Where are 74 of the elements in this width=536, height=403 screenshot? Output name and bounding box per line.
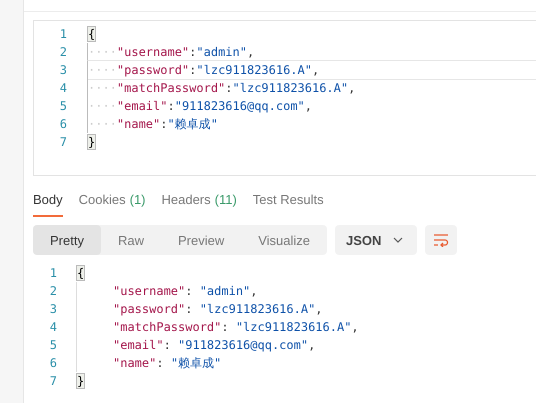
code-punctuation: :: [185, 302, 194, 316]
code-punctuation: ,: [304, 99, 312, 113]
line-number: 5: [58, 99, 67, 113]
view-mode-option[interactable]: Raw: [100, 225, 161, 255]
code-punctuation: :: [225, 81, 233, 95]
json-key: "username": [116, 45, 190, 59]
response-tab[interactable]: Body: [33, 192, 63, 217]
json-string: "911823616@qq.com": [174, 99, 305, 113]
code-punctuation: ,: [315, 302, 323, 316]
whitespace-marker: ····: [88, 117, 117, 131]
line-number: 4: [58, 81, 67, 95]
json-string: "赖卓成": [170, 354, 222, 372]
code-punctuation: :: [164, 338, 172, 352]
code-punctuation: :: [185, 284, 194, 298]
code-punctuation: ,: [250, 284, 258, 298]
json-key: "email": [116, 99, 168, 113]
wrap-lines-icon: [433, 233, 450, 247]
whitespace-marker: ····: [88, 45, 117, 59]
json-string: "admin": [200, 284, 250, 298]
request-body-editor[interactable]: 1 { 2 ····"username":"admin", 3 ····"password":"lzc911823616.A", 4 ····"matchPassword":"lzc911823616.A", 5 ····"email":"911823616@qq.com", 6 ····"name":"赖卓成" 7 }: [33, 20, 536, 176]
json-string: "lzc911823616.A": [236, 320, 352, 334]
json-key: "password": [116, 63, 190, 77]
whitespace-marker: ····: [88, 63, 117, 77]
view-mode-option[interactable]: Visualize: [241, 225, 328, 255]
view-mode-option[interactable]: Preview: [160, 225, 242, 255]
response-tab[interactable]: Test Results: [252, 192, 324, 217]
code-punctuation: ,: [348, 81, 356, 95]
view-mode-option[interactable]: Pretty: [33, 225, 101, 255]
json-key: "matchPassword": [113, 320, 222, 334]
whitespace-marker: ····: [88, 99, 117, 113]
line-number: 6: [48, 356, 57, 370]
code-punctuation: ,: [351, 320, 359, 334]
response-tab[interactable]: Headers (11): [162, 192, 237, 217]
line-number: 4: [48, 320, 57, 334]
json-key: "matchPassword": [116, 81, 226, 95]
code-punctuation: :: [189, 45, 196, 59]
json-key: "email": [113, 338, 164, 352]
json-key: "name": [113, 356, 156, 370]
code-punctuation: :: [160, 117, 168, 131]
code-punctuation: :: [189, 63, 196, 77]
json-string: "赖卓成": [168, 116, 218, 132]
code-punctuation: :: [221, 320, 230, 334]
line-number: 3: [48, 302, 57, 316]
json-key: "username": [113, 284, 186, 298]
code-brace: }: [76, 373, 86, 389]
line-number: 2: [58, 45, 67, 59]
chevron-down-icon: [393, 237, 404, 243]
json-string: "lzc911823616.A": [232, 81, 348, 95]
json-key: "password": [113, 302, 186, 316]
code-punctuation: ,: [312, 63, 320, 77]
code-brace: {: [87, 26, 96, 42]
json-string: "admin": [196, 45, 247, 59]
code-punctuation: :: [167, 99, 175, 113]
code-punctuation: :: [156, 356, 165, 370]
line-number: 1: [48, 266, 57, 280]
wrap-lines-button[interactable]: [425, 225, 458, 255]
whitespace-marker: ····: [88, 81, 117, 95]
line-number: 7: [48, 374, 57, 388]
json-string: "lzc911823616.A": [196, 63, 312, 77]
line-number: 2: [48, 284, 57, 298]
code-brace: {: [76, 265, 86, 281]
line-number: 6: [58, 117, 67, 131]
line-number: 5: [48, 338, 57, 352]
format-dropdown[interactable]: JSON: [335, 225, 418, 255]
json-string: "lzc911823616.A": [200, 302, 316, 316]
line-number: 7: [58, 135, 67, 149]
json-key: "name": [116, 117, 160, 131]
response-tab[interactable]: Cookies (1): [78, 192, 146, 217]
code-brace: }: [87, 134, 96, 150]
code-punctuation: ,: [246, 45, 254, 59]
line-number: 1: [58, 27, 67, 41]
json-string: "911823616@qq.com": [178, 338, 308, 352]
line-number: 3: [58, 63, 67, 77]
code-punctuation: ,: [308, 338, 316, 352]
